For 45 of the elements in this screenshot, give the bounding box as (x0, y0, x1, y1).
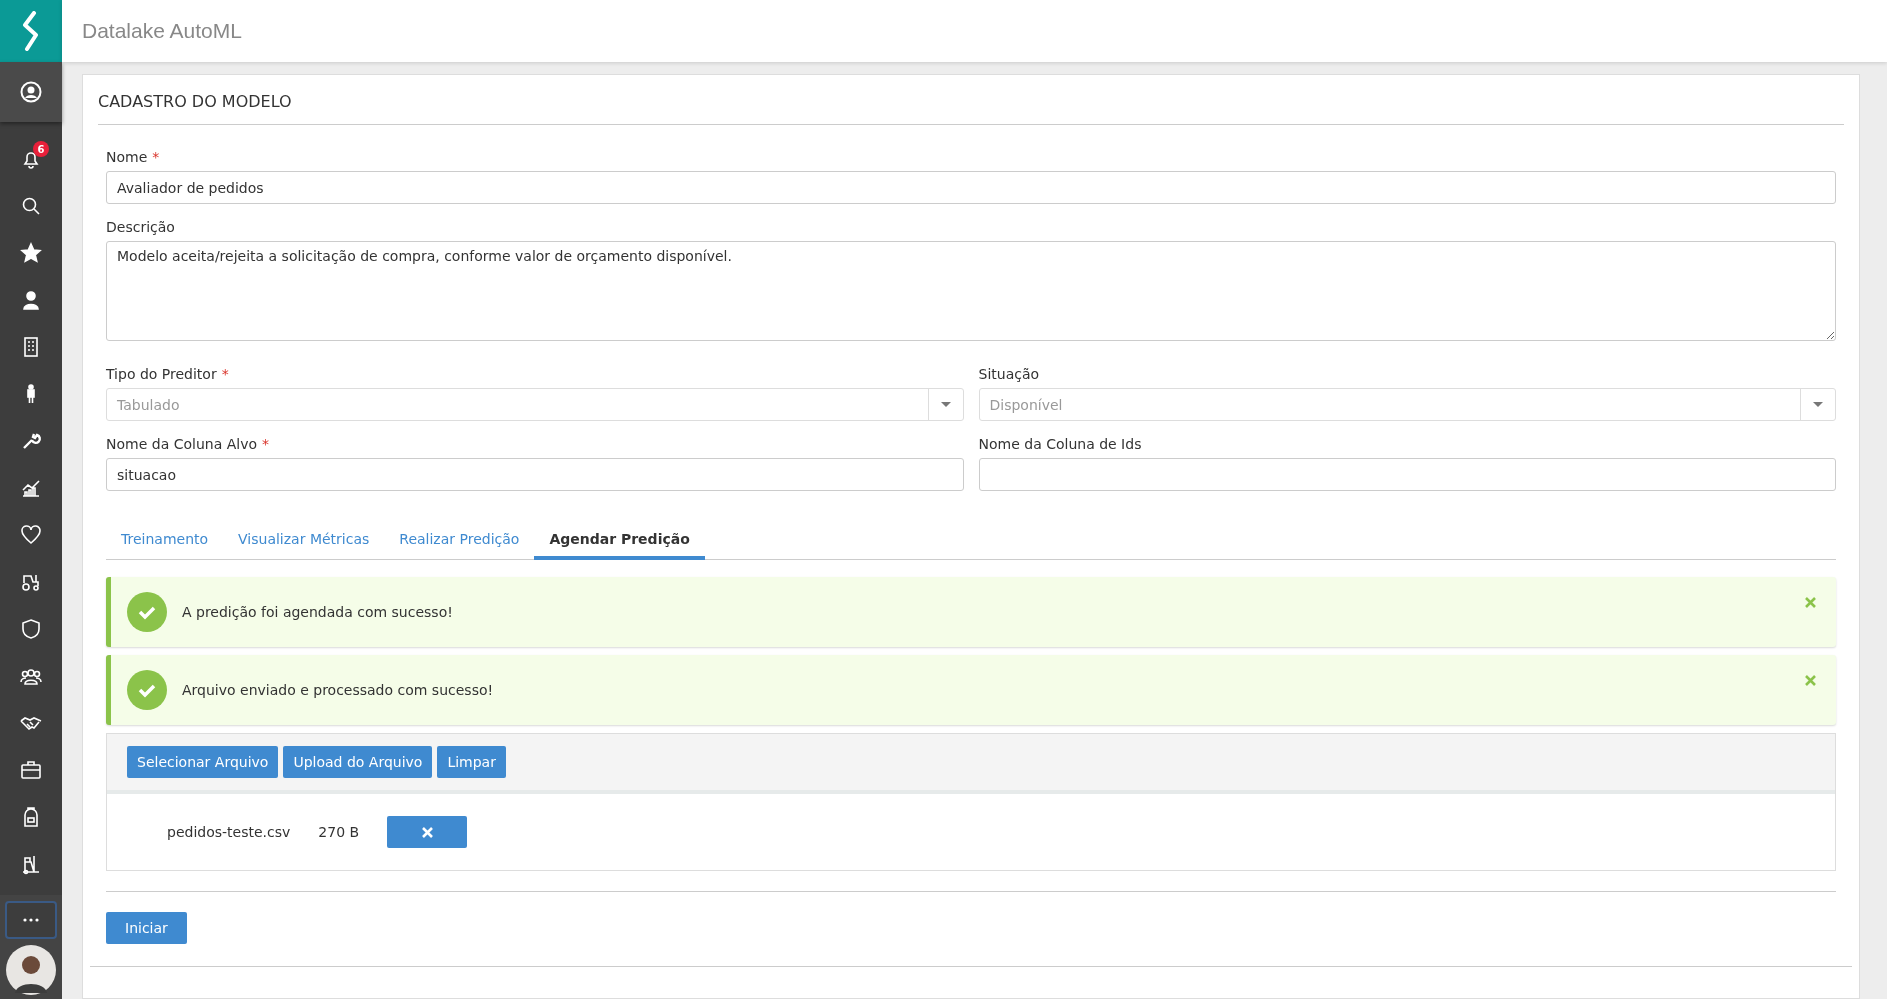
caret-icon (1813, 402, 1823, 407)
required-mark: * (221, 366, 229, 382)
file-name: pedidos-teste.csv (167, 824, 291, 840)
tab[interactable]: Agendar Predição (534, 521, 705, 560)
tab[interactable]: Visualizar Métricas (223, 521, 385, 560)
required-mark: * (152, 149, 160, 165)
field-label: Nome da Coluna de Ids (978, 436, 1143, 452)
page-title: Datalake AutoML (82, 19, 242, 43)
field-label: Nome da Coluna Alvo * (106, 436, 270, 452)
avatar[interactable] (6, 945, 56, 995)
field-label: Nome * (106, 149, 161, 165)
user-circle-icon[interactable] (20, 81, 42, 103)
upload-toolbar-button[interactable]: Selecionar Arquivo (127, 746, 279, 778)
required-mark: * (262, 436, 269, 452)
logo-tile[interactable] (0, 0, 62, 62)
check-circle-icon (127, 670, 167, 710)
field-label: Tipo do Preditor * (106, 366, 230, 382)
caret-icon (940, 402, 951, 407)
tab[interactable]: Realizar Predição (384, 521, 535, 560)
notification-badge: 6 (33, 141, 49, 157)
close-icon (421, 826, 433, 838)
upload-toolbar-button[interactable]: Upload do Arquivo (283, 746, 433, 778)
briefcase-icon[interactable] (20, 758, 42, 781)
shield-icon[interactable] (20, 617, 42, 640)
check-circle-icon (127, 592, 167, 632)
select-field[interactable]: Tabulado (106, 388, 964, 421)
alert-message: Arquivo enviado e processado com sucesso! (182, 682, 495, 698)
upload-toolbar-button[interactable]: Limpar (437, 746, 506, 778)
name-field[interactable]: Avaliador de pedidos (106, 171, 1836, 204)
card-title: CADASTRO DO MODELO (98, 75, 1844, 125)
heart-icon[interactable] (20, 523, 42, 546)
more-icon (23, 918, 39, 922)
alert-message: A predição foi agendada com sucesso! (182, 604, 454, 620)
person-icon[interactable] (20, 288, 42, 311)
start-button[interactable]: Iniciar (106, 912, 187, 944)
field-label: Descrição (106, 219, 176, 235)
star-icon[interactable] (20, 241, 42, 264)
description-field[interactable]: Modelo aceita/rejeita a solicitação de compra, conforme valor de orçamento disponível. (106, 241, 1836, 341)
file-size: 270 B (318, 824, 360, 840)
input-field[interactable]: situacao (106, 458, 964, 491)
field-label: Situação (978, 366, 1041, 382)
select-field[interactable]: Disponível (978, 388, 1836, 421)
tab[interactable]: Treinamento (106, 521, 224, 560)
input-field[interactable] (978, 458, 1836, 491)
remove-file-button[interactable] (387, 816, 468, 848)
